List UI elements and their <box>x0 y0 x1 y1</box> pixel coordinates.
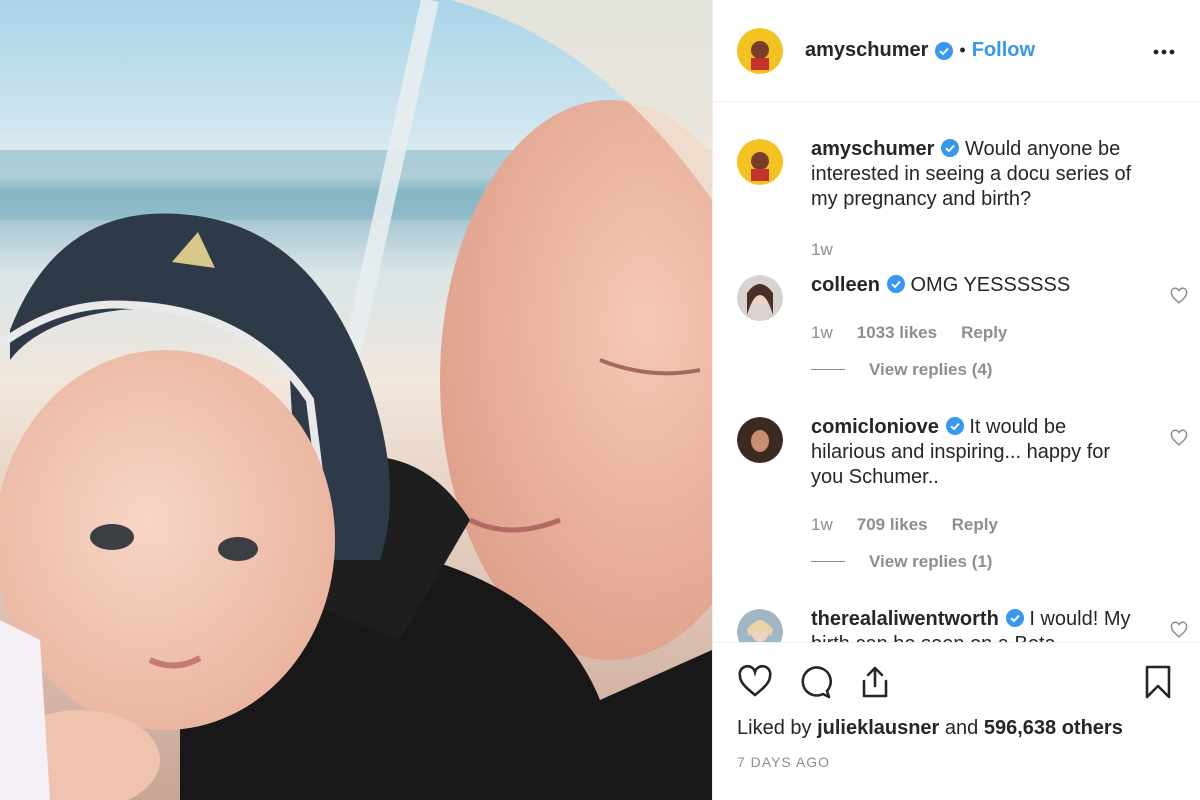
comment-item: comicloniove It would be hilarious and i… <box>737 415 1188 574</box>
comment-likes[interactable]: 709 likes <box>857 512 928 537</box>
follow-button[interactable]: Follow <box>972 39 1035 62</box>
view-replies-label: View replies (4) <box>869 360 993 379</box>
comment-item: colleen OMG YESSSSSS 1w 1033 likes Reply… <box>737 273 1188 382</box>
liked-by: Liked by julieklausner and 596,638 other… <box>737 717 1176 740</box>
comment-icon[interactable] <box>797 664 833 700</box>
comment-item: therealaliwentworth I would! My birth ca… <box>737 607 1188 642</box>
author-avatar[interactable] <box>737 27 783 74</box>
action-icons <box>737 643 1176 715</box>
comment-likes[interactable]: 1033 likes <box>857 320 937 345</box>
commenter-avatar[interactable] <box>737 417 783 463</box>
verified-badge-icon <box>941 139 960 157</box>
caption-avatar[interactable] <box>737 139 783 185</box>
likes-count[interactable]: 596,638 others <box>984 717 1123 739</box>
view-replies-label: View replies (1) <box>869 552 993 571</box>
post-header: amyschumer • Follow <box>713 0 1200 102</box>
commenter-avatar[interactable] <box>737 609 783 642</box>
header-separator: • <box>959 40 966 60</box>
post-actions: Liked by julieklausner and 596,638 other… <box>713 642 1200 800</box>
heart-icon[interactable] <box>737 664 773 700</box>
instagram-post: amyschumer • Follow amyschumer Would any… <box>0 0 1200 800</box>
comment-username[interactable]: therealaliwentworth <box>811 608 999 630</box>
author-username[interactable]: amyschumer <box>805 39 928 62</box>
post-timestamp[interactable]: 7 DAYS AGO <box>737 754 1176 770</box>
liked-by-prefix: Liked by <box>737 717 812 739</box>
verified-badge-icon <box>935 41 954 60</box>
comment-like-heart-icon[interactable] <box>1170 287 1188 305</box>
post-side-panel: amyschumer • Follow amyschumer Would any… <box>712 0 1200 800</box>
comment-username[interactable]: colleen <box>811 274 880 296</box>
view-replies-button[interactable]: View replies (4) <box>811 357 1146 382</box>
post-photo-illustration <box>0 0 712 800</box>
comment-like-heart-icon[interactable] <box>1170 621 1188 639</box>
comments-list[interactable]: amyschumer Would anyone be interested in… <box>713 102 1200 642</box>
verified-badge-icon <box>886 275 905 293</box>
verified-badge-icon <box>1005 609 1024 627</box>
comment-time: 1w <box>811 323 833 342</box>
liked-by-middle: and <box>944 717 979 739</box>
liked-by-user[interactable]: julieklausner <box>817 717 939 739</box>
verified-badge-icon <box>945 417 964 435</box>
comment-time: 1w <box>811 515 833 534</box>
reply-button[interactable]: Reply <box>961 320 1007 345</box>
view-replies-button[interactable]: View replies (1) <box>811 549 1146 574</box>
replies-divider <box>811 561 845 562</box>
commenter-avatar[interactable] <box>737 275 783 321</box>
post-photo[interactable] <box>0 0 712 800</box>
reply-button[interactable]: Reply <box>952 512 998 537</box>
caption-time: 1w <box>811 240 833 259</box>
caption-username[interactable]: amyschumer <box>811 138 934 160</box>
replies-divider <box>811 369 845 370</box>
share-icon[interactable] <box>857 664 893 700</box>
bookmark-icon[interactable] <box>1140 664 1176 700</box>
caption: amyschumer Would anyone be interested in… <box>737 137 1176 262</box>
comment-username[interactable]: comicloniove <box>811 416 939 438</box>
more-options-icon[interactable] <box>1152 42 1176 60</box>
comment-like-heart-icon[interactable] <box>1170 429 1188 447</box>
comment-text: OMG YESSSSSS <box>910 274 1071 296</box>
